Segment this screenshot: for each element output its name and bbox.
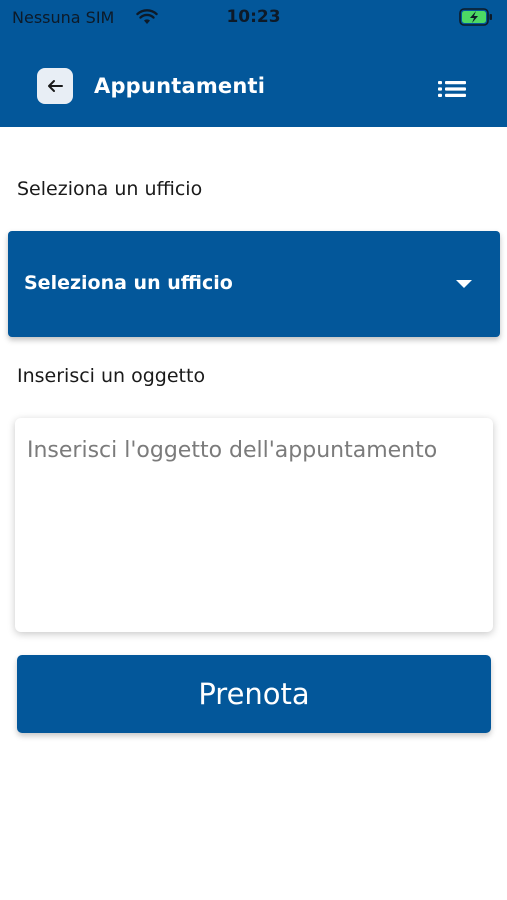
- prenota-button[interactable]: Prenota: [17, 655, 491, 733]
- status-bar: Nessuna SIM 10:23: [0, 0, 507, 36]
- status-time: 10:23: [226, 7, 281, 27]
- list-icon[interactable]: [436, 78, 468, 100]
- office-label: Seleziona un ufficio: [17, 178, 203, 200]
- office-select[interactable]: Seleziona un ufficio: [8, 231, 500, 337]
- subject-label: Inserisci un oggetto: [17, 365, 206, 387]
- arrow-left-icon: [48, 80, 63, 92]
- back-button[interactable]: [37, 68, 73, 104]
- battery-charging-icon: [459, 8, 492, 26]
- app-header: Nessuna SIM 10:23 Appuntamenti: [0, 0, 507, 127]
- caret-down-icon: [456, 280, 472, 288]
- subject-textarea[interactable]: [15, 418, 493, 632]
- office-select-value: Seleziona un ufficio: [24, 272, 233, 294]
- page-title: Appuntamenti: [94, 74, 266, 98]
